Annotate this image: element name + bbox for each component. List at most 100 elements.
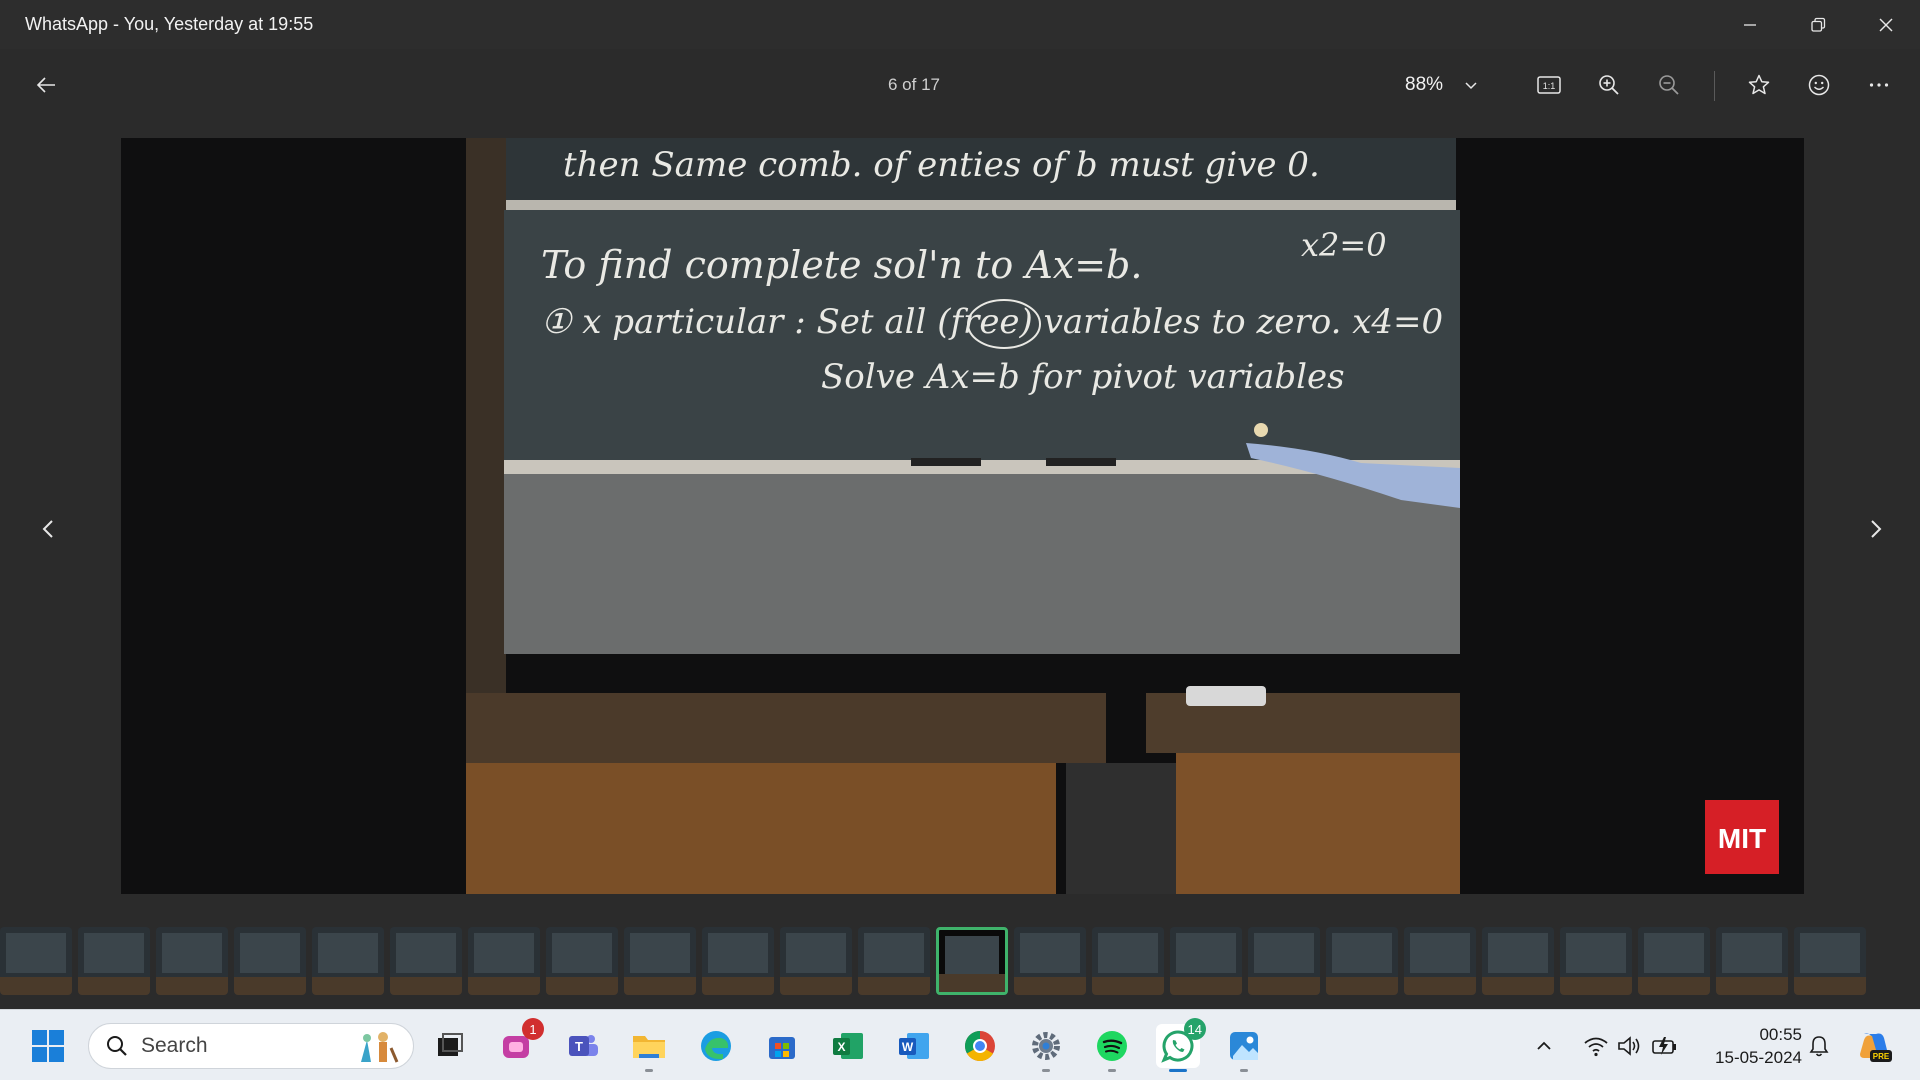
toolbar-divider (1714, 71, 1715, 101)
more-options-button[interactable] (1861, 67, 1897, 103)
network-status[interactable] (1578, 1024, 1614, 1068)
thumbnail[interactable] (1716, 927, 1788, 995)
thumbnail[interactable] (1482, 927, 1554, 995)
media-image: then Same comb. of enties of b must give… (121, 138, 1804, 894)
media-toolbar: 6 of 17 88% 1:1 (0, 49, 1920, 119)
search-placeholder: Search (141, 1034, 208, 1057)
board-line-4: ① x particular : Set all (free) variable… (541, 302, 1443, 342)
previous-button[interactable] (28, 499, 68, 559)
battery-status[interactable] (1648, 1024, 1682, 1068)
taskbar-search[interactable]: Search (88, 1023, 414, 1069)
taskbar-task-view[interactable] (428, 1024, 472, 1068)
media-viewer: then Same comb. of enties of b must give… (0, 119, 1920, 919)
title-bar: WhatsApp - You, Yesterday at 19:55 (0, 0, 1920, 49)
thumbnail[interactable] (1794, 927, 1866, 995)
notifications-button[interactable] (1802, 1024, 1836, 1068)
notification-badge: 1 (522, 1018, 544, 1040)
star-button[interactable] (1741, 67, 1777, 103)
thumbnail[interactable] (0, 927, 72, 995)
windows-icon (32, 1030, 64, 1062)
notification-badge: 14 (1183, 1018, 1206, 1040)
minimize-button[interactable] (1716, 0, 1784, 49)
taskbar-settings[interactable] (1024, 1024, 1068, 1072)
copilot-button[interactable]: PRE (1852, 1024, 1896, 1068)
taskbar-copilot-app[interactable]: 1 (494, 1018, 544, 1068)
folder-icon (633, 1036, 665, 1058)
thumbnail[interactable] (78, 927, 150, 995)
close-icon (1879, 18, 1893, 31)
react-button[interactable] (1801, 67, 1837, 103)
actual-size-button[interactable]: 1:1 (1531, 67, 1567, 103)
mit-logo-text: MIT (1718, 823, 1766, 854)
chrome-icon (964, 1031, 995, 1062)
zoom-dropdown[interactable]: 88% (1405, 69, 1479, 101)
more-icon (1869, 83, 1889, 87)
emoji-icon (1808, 74, 1830, 96)
thumbnail[interactable] (234, 927, 306, 995)
star-icon (1748, 74, 1770, 95)
svg-text:1:1: 1:1 (1543, 81, 1556, 91)
thumbnail[interactable] (1248, 927, 1320, 995)
show-hidden-icons-button[interactable] (1528, 1024, 1560, 1068)
thumbnail[interactable] (1326, 927, 1398, 995)
window-controls (1716, 0, 1920, 49)
svg-text:W: W (902, 1040, 914, 1054)
taskbar: Search 1 T X W 14 00:55 15-05-2024 PRE (0, 1009, 1920, 1080)
thumbnail[interactable] (1170, 927, 1242, 995)
gear-icon (1032, 1032, 1060, 1060)
search-icon (107, 1036, 127, 1056)
back-button[interactable] (28, 67, 64, 103)
start-button[interactable] (26, 1024, 70, 1068)
thumbnail[interactable] (1404, 927, 1476, 995)
taskbar-clock[interactable]: 00:55 15-05-2024 (1692, 1023, 1802, 1069)
board-line-1: then Same comb. of enties of b must give… (563, 145, 1320, 185)
taskbar-spotify[interactable] (1090, 1024, 1134, 1072)
next-button[interactable] (1856, 499, 1896, 559)
photos-icon (1230, 1032, 1258, 1060)
thumbnail[interactable] (858, 927, 930, 995)
thumbnail[interactable] (1092, 927, 1164, 995)
taskbar-excel[interactable]: X (826, 1024, 870, 1068)
thumbnail[interactable] (702, 927, 774, 995)
thumbnail[interactable] (312, 927, 384, 995)
chevron-up-icon (1537, 1041, 1551, 1050)
zoom-out-button[interactable] (1651, 67, 1687, 103)
thumbnail[interactable] (390, 927, 462, 995)
thumbnail-strip (0, 919, 1920, 1009)
excel-icon: X (833, 1033, 863, 1059)
taskbar-photos[interactable] (1222, 1024, 1266, 1072)
thumbnail[interactable] (1638, 927, 1710, 995)
window-title: WhatsApp - You, Yesterday at 19:55 (25, 14, 314, 34)
taskbar-file-explorer[interactable] (627, 1024, 671, 1072)
taskbar-chrome[interactable] (958, 1024, 1002, 1068)
media-counter: 6 of 17 (888, 75, 940, 94)
close-button[interactable] (1852, 0, 1920, 49)
thumbnail-active[interactable] (936, 927, 1008, 995)
thumbnail[interactable] (546, 927, 618, 995)
chevron-right-icon (1871, 520, 1882, 538)
store-icon (769, 1037, 795, 1059)
volume-control[interactable] (1612, 1024, 1646, 1068)
taskbar-edge[interactable] (694, 1024, 738, 1068)
taskbar-word[interactable]: W (892, 1024, 936, 1068)
teams-icon: T (569, 1035, 598, 1056)
thumbnail[interactable] (624, 927, 696, 995)
thumbnail[interactable] (156, 927, 228, 995)
thumbnail[interactable] (780, 927, 852, 995)
task-view-icon (438, 1033, 463, 1056)
battery-icon (1652, 1037, 1676, 1055)
svg-text:T: T (575, 1039, 583, 1054)
thumbnail[interactable] (1014, 927, 1086, 995)
actual-size-icon: 1:1 (1537, 76, 1561, 94)
taskbar-teams[interactable]: T (561, 1024, 605, 1068)
speaker-icon (1618, 1036, 1640, 1056)
search-highlight-icon (361, 1032, 399, 1063)
restore-button[interactable] (1784, 0, 1852, 49)
board-line-3: x2=0 (1301, 226, 1387, 264)
zoom-in-button[interactable] (1591, 67, 1627, 103)
taskbar-store[interactable] (760, 1024, 804, 1068)
thumbnail[interactable] (468, 927, 540, 995)
lecture-frame-image: then Same comb. of enties of b must give… (121, 138, 1804, 894)
thumbnail[interactable] (1560, 927, 1632, 995)
taskbar-whatsapp[interactable]: 14 (1156, 1018, 1206, 1072)
